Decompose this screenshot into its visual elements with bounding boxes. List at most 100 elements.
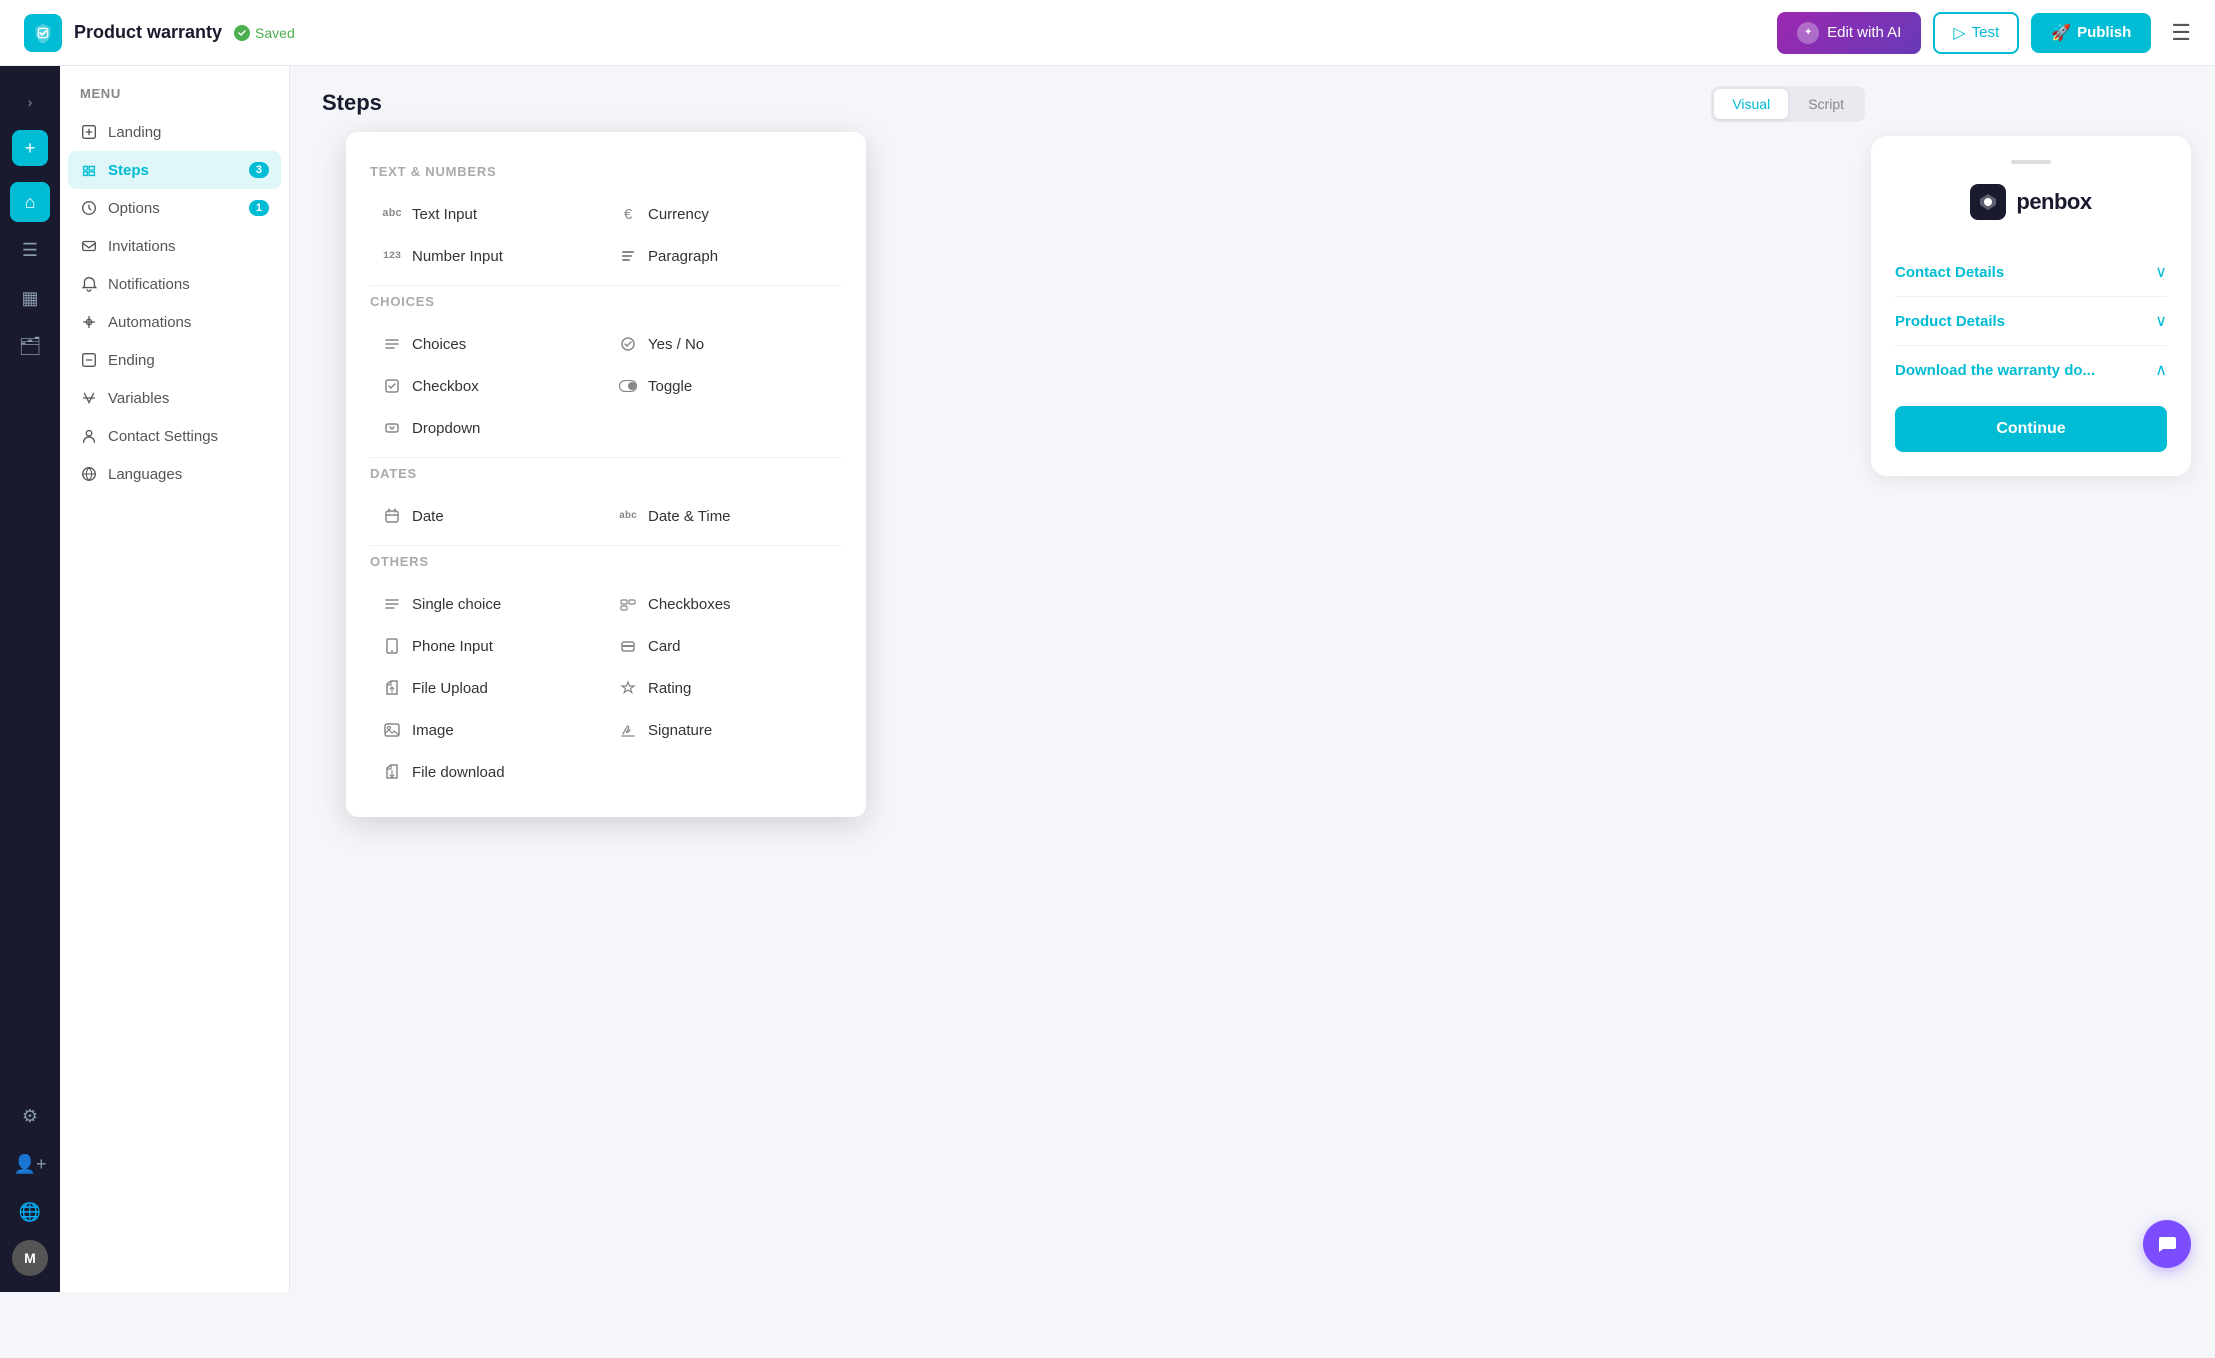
app-logo (24, 14, 62, 52)
panel-item-toggle[interactable]: Toggle (606, 365, 842, 407)
user-add-icon-button[interactable]: 👤+ (10, 1144, 50, 1184)
dates-grid: Date abc Date & Time (370, 495, 842, 537)
folder-icon-button[interactable]: 🗂 (10, 326, 50, 366)
section-title-choices: Choices (370, 294, 842, 309)
chat-bubble-button[interactable] (2143, 1220, 2191, 1268)
settings-icon-button[interactable]: ⚙ (10, 1096, 50, 1136)
panel-item-signature[interactable]: Signature (606, 709, 842, 751)
collapse-sidebar-button[interactable]: › (10, 82, 50, 122)
panel-item-number-input[interactable]: 123 Number Input (370, 235, 606, 277)
preview-panel: penbox Contact Details ∨ Product Details… (1871, 136, 2191, 476)
sidebar-item-contact-settings[interactable]: Contact Settings (60, 417, 289, 455)
sidebar-item-landing[interactable]: Landing (60, 113, 289, 151)
avatar-button[interactable]: M (12, 1240, 48, 1276)
add-element-panel: Text & Numbers abc Text Input € Currency… (346, 132, 866, 817)
panel-item-file-upload[interactable]: File Upload (370, 667, 606, 709)
file-download-icon (382, 762, 402, 782)
date-icon (382, 506, 402, 526)
file-upload-icon (382, 678, 402, 698)
panel-item-choices[interactable]: Choices (370, 323, 606, 365)
home-icon-button[interactable]: ⌂ (10, 182, 50, 222)
test-button[interactable]: ▷ Test (1933, 12, 2019, 54)
view-visual-button[interactable]: Visual (1714, 89, 1788, 119)
panel-item-rating[interactable]: Rating (606, 667, 842, 709)
single-choice-icon (382, 594, 402, 614)
steps-badge: 3 (249, 162, 269, 178)
view-script-button[interactable]: Script (1790, 89, 1862, 119)
text-numbers-grid: abc Text Input € Currency 123 Number Inp… (370, 193, 842, 277)
date-time-icon: abc (618, 506, 638, 526)
table-icon-button[interactable]: ▦ (10, 278, 50, 318)
section-title-others: Others (370, 554, 842, 569)
preview-section-product-details[interactable]: Product Details ∨ (1895, 297, 2167, 346)
sidebar-menu-label: Menu (60, 86, 289, 113)
panel-item-currency[interactable]: € Currency (606, 193, 842, 235)
chevron-down-icon: ∨ (2155, 262, 2167, 282)
list-icon-button[interactable]: ☰ (10, 230, 50, 270)
sidebar-item-variables[interactable]: Variables (60, 379, 289, 417)
layout: › + ⌂ ☰ ▦ 🗂 ⚙ 👤+ 🌐 M Menu Landing Steps … (0, 66, 2215, 1292)
sidebar: Menu Landing Steps 3 Options 1 Invitatio… (60, 66, 290, 1292)
continue-button[interactable]: Continue (1895, 406, 2167, 452)
globe-icon-button[interactable]: 🌐 (10, 1192, 50, 1232)
others-grid: Single choice Checkboxes P (370, 583, 842, 793)
sidebar-item-invitations[interactable]: Invitations (60, 227, 289, 265)
sidebar-item-languages[interactable]: Languages (60, 455, 289, 493)
topbar-left: Product warranty Saved (24, 14, 295, 52)
preview-section-contact-details[interactable]: Contact Details ∨ (1895, 248, 2167, 297)
sidebar-item-steps[interactable]: Steps 3 (68, 151, 281, 189)
topbar: Product warranty Saved ✦ Edit with AI ▷ … (0, 0, 2215, 66)
penbox-logo-icon (1970, 184, 2006, 220)
panel-item-phone-input[interactable]: Phone Input (370, 625, 606, 667)
toggle-icon (618, 376, 638, 396)
panel-item-single-choice[interactable]: Single choice (370, 583, 606, 625)
preview-section-download[interactable]: Download the warranty do... ∧ (1895, 346, 2167, 394)
phone-icon (382, 636, 402, 656)
dropdown-icon (382, 418, 402, 438)
panel-item-checkboxes[interactable]: Checkboxes (606, 583, 842, 625)
panel-item-paragraph[interactable]: Paragraph (606, 235, 842, 277)
yes-no-icon (618, 334, 638, 354)
panel-item-checkbox[interactable]: Checkbox (370, 365, 606, 407)
edit-ai-button[interactable]: ✦ Edit with AI (1777, 12, 1921, 54)
panel-item-yes-no[interactable]: Yes / No (606, 323, 842, 365)
add-button[interactable]: + (12, 130, 48, 166)
sidebar-item-automations[interactable]: Automations (60, 303, 289, 341)
drag-handle (2011, 160, 2051, 164)
app-title: Product warranty (74, 22, 222, 43)
choices-grid: Choices Yes / No Checkbox (370, 323, 842, 449)
main-content-area: Text & Numbers abc Text Input € Currency… (290, 116, 1871, 817)
section-title-dates: Dates (370, 466, 842, 481)
publish-button[interactable]: 🚀 Publish (2031, 13, 2151, 53)
panel-item-text-input[interactable]: abc Text Input (370, 193, 606, 235)
checkboxes-icon (618, 594, 638, 614)
section-title-text-numbers: Text & Numbers (370, 164, 842, 179)
image-icon (382, 720, 402, 740)
panel-item-file-download[interactable]: File download (370, 751, 606, 793)
panel-item-card[interactable]: Card (606, 625, 842, 667)
rating-icon (618, 678, 638, 698)
page-title: Steps (322, 90, 2183, 116)
checkbox-icon (382, 376, 402, 396)
signature-icon (618, 720, 638, 740)
choices-icon (382, 334, 402, 354)
card-icon (618, 636, 638, 656)
sidebar-item-notifications[interactable]: Notifications (60, 265, 289, 303)
preview-logo: penbox (1895, 184, 2167, 220)
sidebar-item-ending[interactable]: Ending (60, 341, 289, 379)
chevron-up-icon: ∧ (2155, 360, 2167, 380)
panel-item-date-time[interactable]: abc Date & Time (606, 495, 842, 537)
icon-bar-bottom: ⚙ 👤+ 🌐 M (10, 1096, 50, 1276)
currency-icon: € (618, 204, 638, 224)
panel-item-date[interactable]: Date (370, 495, 606, 537)
panel-item-dropdown[interactable]: Dropdown (370, 407, 606, 449)
text-input-icon: abc (382, 204, 402, 224)
ai-icon: ✦ (1797, 22, 1819, 44)
saved-badge: Saved (234, 25, 295, 41)
topbar-actions: ✦ Edit with AI ▷ Test 🚀 Publish ☰ (1777, 12, 2191, 54)
paragraph-icon (618, 246, 638, 266)
panel-item-image[interactable]: Image (370, 709, 606, 751)
sidebar-item-options[interactable]: Options 1 (60, 189, 289, 227)
chevron-down-icon-2: ∨ (2155, 311, 2167, 331)
menu-button[interactable]: ☰ (2171, 20, 2191, 46)
